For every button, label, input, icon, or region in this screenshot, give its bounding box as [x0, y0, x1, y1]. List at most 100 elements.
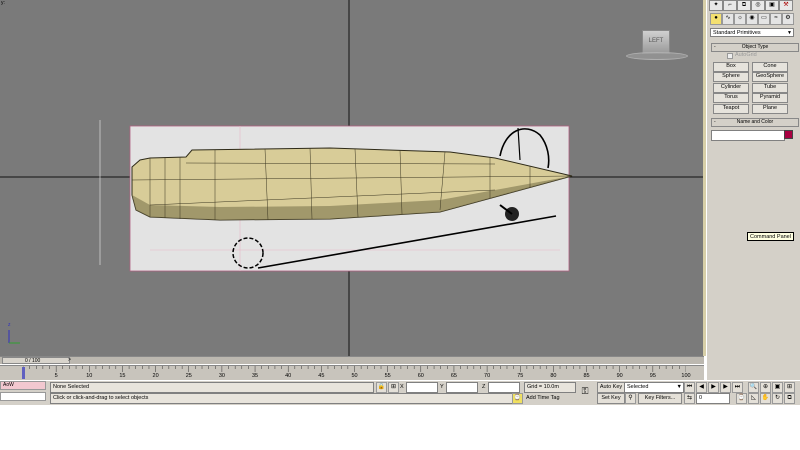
- axis-tripod-label: z: [8, 322, 11, 328]
- grid-size-display: Grid = 10.0m: [524, 382, 576, 393]
- object-type-title: Object Type: [741, 44, 769, 50]
- play-icon[interactable]: ▶: [708, 382, 719, 393]
- time-slider-thumb[interactable]: 0 / 100: [2, 357, 70, 364]
- zoom-extents-all-icon[interactable]: ⊞: [784, 382, 795, 393]
- go-to-end-icon[interactable]: ⏭: [732, 382, 743, 393]
- chevron-down-icon: ▼: [676, 384, 682, 390]
- time-slider[interactable]: 0 / 100 >: [0, 356, 704, 364]
- time-tag-icon[interactable]: ⌚: [512, 393, 523, 404]
- zoom-extents-icon[interactable]: ▣: [772, 382, 783, 393]
- timeline-tick-label: 45: [318, 373, 325, 379]
- timeline-tick-label: 75: [517, 373, 524, 379]
- add-time-tag-button[interactable]: Add Time Tag: [526, 394, 560, 402]
- torus-button[interactable]: Torus: [713, 93, 749, 103]
- left-label: AoW: [3, 382, 14, 388]
- command-panel: ✦ ⌐ ⧉ ◎ ▣ ⚒ ● ∿ ☼ ◉ ▭ ≈ ⚙ Standard Primi…: [706, 0, 800, 405]
- helpers-icon[interactable]: ▭: [758, 13, 770, 25]
- y-coordinate-input[interactable]: [446, 382, 478, 393]
- box-button[interactable]: Box: [713, 62, 749, 72]
- tube-button[interactable]: Tube: [752, 83, 788, 93]
- frame-counter: 0 / 100: [25, 358, 41, 364]
- prompt-line: Click or click-and-drag to select object…: [50, 393, 514, 404]
- timeline-tick-label: 10: [86, 373, 93, 379]
- cylinder-button[interactable]: Cylinder: [713, 83, 749, 93]
- z-label: Z: [482, 384, 486, 390]
- timeline-tick-label: 25: [185, 373, 192, 379]
- create-tab-icon[interactable]: ✦: [709, 0, 723, 11]
- left-viewport[interactable]: y: z LEFT: [0, 0, 704, 356]
- timeline-tick-label: 100: [681, 373, 691, 379]
- collapse-icon: -: [714, 44, 716, 50]
- timeline-tick-label: 40: [285, 373, 292, 379]
- key-filter-icon[interactable]: ⚲: [625, 393, 636, 404]
- set-key-icon[interactable]: ⚿: [578, 385, 592, 397]
- zoom-icon[interactable]: 🔍: [748, 382, 759, 393]
- autogrid-label: AutoGrid: [735, 52, 757, 58]
- maxscript-listener-label: AoW: [0, 381, 46, 390]
- track-bar-indicator: [22, 367, 25, 379]
- set-key-button[interactable]: Set Key: [597, 393, 625, 404]
- next-frame-icon[interactable]: ▶: [720, 382, 731, 393]
- status-bar: AoW None Selected Click or click-and-dra…: [0, 380, 800, 405]
- timeline-tick-label: 95: [649, 373, 656, 379]
- pan-icon[interactable]: ✋: [760, 393, 771, 404]
- track-bar[interactable]: 5 10 15 20 25 30 35 40 45 50 55 60 65 70 75 80 85 90 95 100: [0, 365, 704, 381]
- spacewarps-icon[interactable]: ≈: [770, 13, 782, 25]
- key-mode-value: Selected: [627, 384, 649, 390]
- utilities-tab-icon[interactable]: ⚒: [779, 0, 793, 11]
- timeline-tick-label: 20: [152, 373, 159, 379]
- previous-frame-icon[interactable]: ◀: [696, 382, 707, 393]
- timeline-tick-label: 35: [251, 373, 259, 379]
- timeline-tick-label: 65: [450, 373, 457, 379]
- field-of-view-icon[interactable]: ◺: [748, 393, 759, 404]
- slider-arrow-icon[interactable]: >: [68, 357, 71, 363]
- cone-button[interactable]: Cone: [752, 62, 788, 72]
- absolute-mode-icon[interactable]: ⊞: [388, 382, 399, 393]
- geosphere-button[interactable]: GeoSphere: [752, 72, 788, 82]
- timeline-tick-label: 55: [384, 373, 391, 379]
- lock-selection-icon[interactable]: 🔒: [376, 382, 387, 393]
- key-filters-button[interactable]: Key Filters...: [638, 393, 682, 404]
- z-coordinate-input[interactable]: [488, 382, 520, 393]
- plane-button[interactable]: Plane: [752, 104, 788, 114]
- orbit-icon[interactable]: ↻: [772, 393, 783, 404]
- systems-icon[interactable]: ⚙: [782, 13, 794, 25]
- x-label: X: [400, 384, 404, 390]
- primitives-dropdown[interactable]: Standard Primitives ▼: [710, 28, 794, 37]
- sphere-button[interactable]: Sphere: [713, 72, 749, 82]
- teapot-button[interactable]: Teapot: [713, 104, 749, 114]
- time-config-icon[interactable]: ⌚: [736, 393, 747, 404]
- shapes-icon[interactable]: ∿: [722, 13, 734, 25]
- key-mode-dropdown[interactable]: Selected ▼: [624, 382, 684, 393]
- timeline-tick-label: 85: [583, 373, 590, 379]
- current-frame-input[interactable]: 0: [696, 393, 730, 404]
- maximize-viewport-icon[interactable]: ⧉: [784, 393, 795, 404]
- motion-tab-icon[interactable]: ◎: [751, 0, 765, 11]
- key-mode-toggle-icon[interactable]: ⇆: [684, 393, 695, 404]
- x-coordinate-input[interactable]: [406, 382, 438, 393]
- auto-key-button[interactable]: Auto Key: [597, 382, 625, 393]
- go-to-start-icon[interactable]: ⏮: [684, 382, 695, 393]
- pyramid-button[interactable]: Pyramid: [752, 93, 788, 103]
- hierarchy-tab-icon[interactable]: ⧉: [737, 0, 751, 11]
- zoom-all-icon[interactable]: ⊕: [760, 382, 771, 393]
- object-name-input[interactable]: [711, 130, 785, 141]
- y-label: Y: [440, 384, 444, 390]
- display-tab-icon[interactable]: ▣: [765, 0, 779, 11]
- lights-icon[interactable]: ☼: [734, 13, 746, 25]
- autogrid-checkbox[interactable]: [727, 53, 733, 59]
- viewport-scene: [0, 0, 704, 356]
- geometry-icon[interactable]: ●: [710, 13, 722, 25]
- timeline-tick-label: 70: [484, 373, 491, 379]
- primitives-dropdown-value: Standard Primitives: [713, 30, 761, 36]
- modify-tab-icon[interactable]: ⌐: [723, 0, 737, 11]
- name-color-rollout-header[interactable]: - Name and Color: [711, 118, 799, 127]
- object-color-swatch[interactable]: [784, 130, 793, 139]
- timeline-tick-label: 50: [351, 373, 358, 379]
- cameras-icon[interactable]: ◉: [746, 13, 758, 25]
- viewcube-label: LEFT: [648, 38, 664, 44]
- maxscript-input[interactable]: [0, 392, 46, 401]
- command-panel-tooltip: Command Panel: [747, 232, 794, 241]
- collapse-icon: -: [714, 119, 716, 125]
- name-color-title: Name and Color: [736, 119, 774, 125]
